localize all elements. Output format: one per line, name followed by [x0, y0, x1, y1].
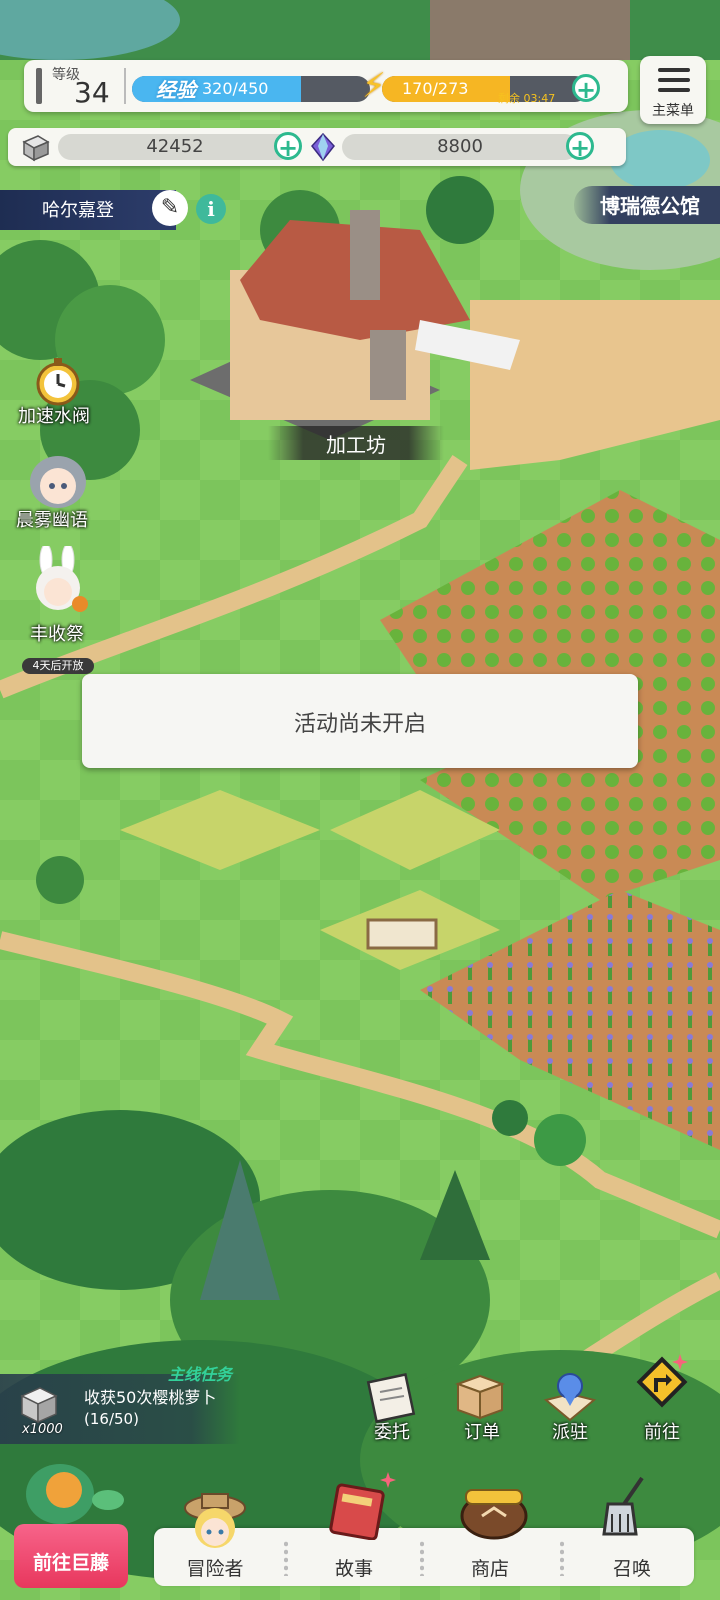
energy-remain-timer: 剩余 03:47	[498, 92, 556, 105]
manor-name: 博瑞德公馆	[600, 194, 700, 218]
go-label: 前往	[644, 1422, 680, 1443]
nav-story-label: 故事	[334, 1558, 373, 1580]
quest-reward-count: x1000	[22, 1422, 63, 1437]
nav-adventurer-button[interactable]	[180, 1488, 250, 1552]
add-energy-button[interactable]: +	[572, 74, 600, 103]
edit-pen-icon[interactable]: ✎	[152, 190, 188, 226]
nav-shop-button[interactable]	[456, 1482, 532, 1542]
station-label: 派驻	[552, 1422, 588, 1443]
toast-message: 活动尚未开启	[293, 712, 426, 737]
character-portrait-icon	[30, 456, 86, 508]
nav-summon-label: 召唤	[612, 1558, 651, 1580]
adventurer-portrait-icon	[184, 1493, 246, 1548]
crystal-value: 8800	[437, 136, 483, 157]
nav-separator	[284, 1540, 288, 1576]
station-button[interactable]	[540, 1366, 600, 1424]
mist-label: 晨雾幽语	[16, 510, 88, 531]
commission-button[interactable]	[362, 1368, 422, 1424]
box-icon	[455, 1374, 505, 1420]
nav-shop-label: 商店	[470, 1558, 509, 1580]
energy-value: 170/273	[402, 79, 469, 98]
commission-label: 委托	[374, 1422, 410, 1443]
bunny-girl-icon	[36, 543, 88, 612]
farm-map[interactable]	[0, 0, 720, 1600]
harvest-label: 丰收祭	[30, 624, 84, 645]
menu-icon	[658, 68, 690, 72]
farm-map-art	[0, 0, 720, 1600]
map-pin-icon	[543, 1373, 597, 1422]
level-marker	[36, 68, 42, 104]
menu-icon	[658, 88, 690, 92]
add-crystal-button[interactable]: +	[566, 132, 594, 161]
valve-feature-button[interactable]	[30, 352, 86, 408]
nav-adventurer-label: 冒险者	[186, 1558, 244, 1580]
vine-creature-icon	[26, 1464, 124, 1524]
go-button[interactable]	[632, 1352, 692, 1412]
currency-bar: 42452 + 8800 +	[8, 128, 626, 166]
quest-progress: (16/50)	[84, 1410, 139, 1428]
harvest-countdown: 4天后开放	[22, 658, 94, 674]
gold-box-icon	[22, 135, 50, 162]
nav-story-button[interactable]	[322, 1470, 398, 1541]
valve-label: 加速水阀	[18, 406, 90, 427]
stopwatch-icon	[36, 358, 80, 406]
harvest-feature-button[interactable]	[24, 543, 94, 622]
nav-separator	[420, 1540, 424, 1576]
giant-vine-label: 前往巨藤	[32, 1552, 109, 1574]
notebook-icon	[366, 1373, 416, 1423]
quest-tag: 主线任务	[168, 1365, 233, 1384]
workshop-name: 加工坊	[326, 433, 386, 457]
gold-value: 42452	[146, 136, 204, 157]
location-name: 哈尔嘉登	[42, 200, 114, 221]
divider	[124, 68, 126, 104]
quest-text: 收获50次樱桃萝卜	[84, 1388, 217, 1407]
mist-feature-button[interactable]	[22, 448, 94, 510]
add-gold-button[interactable]: +	[274, 132, 302, 161]
order-button[interactable]	[450, 1368, 510, 1424]
main-menu-button[interactable]: 主菜单	[640, 56, 706, 124]
storybook-icon	[329, 1472, 396, 1541]
energy-bolt-icon: ⚡	[362, 66, 386, 106]
summon-hand-icon	[602, 1476, 644, 1536]
main-menu-label: 主菜单	[652, 103, 694, 119]
shop-icon	[460, 1489, 528, 1540]
menu-icon	[658, 78, 690, 82]
status-bar: 等级 34 经验 320/450 ⚡ 170/273 剩余 03:47 +	[24, 60, 628, 112]
giant-vine-creature	[20, 1450, 130, 1530]
nav-summon-button[interactable]	[598, 1474, 658, 1540]
crystal-icon	[311, 132, 335, 162]
level-value: 34	[74, 76, 110, 109]
direction-sign-icon	[636, 1354, 688, 1408]
nav-separator	[560, 1540, 564, 1576]
exp-label: 经验	[156, 78, 196, 102]
order-label: 订单	[464, 1422, 500, 1443]
exp-value: 320/450	[202, 79, 269, 98]
info-icon[interactable]: i	[196, 194, 226, 224]
